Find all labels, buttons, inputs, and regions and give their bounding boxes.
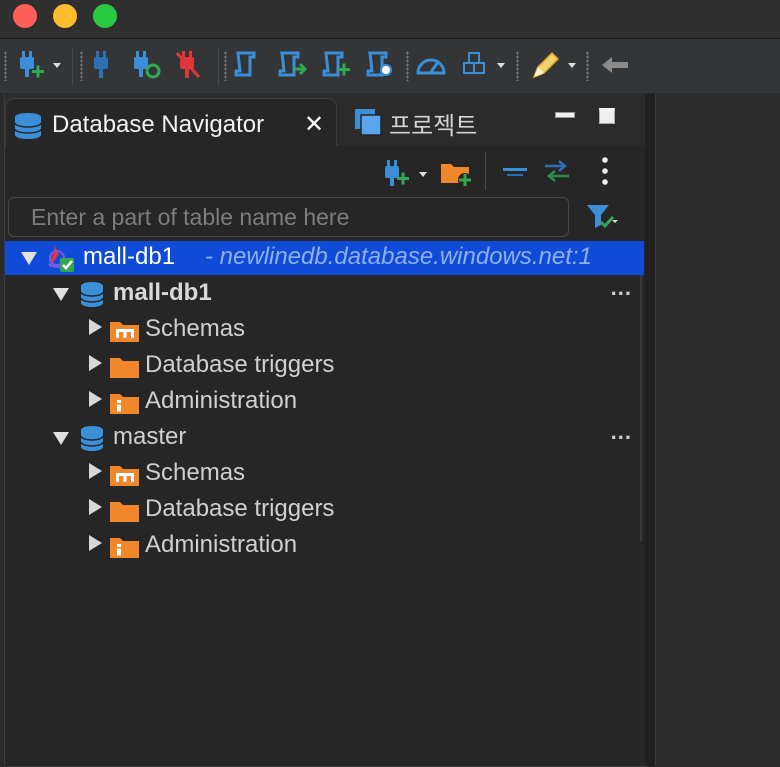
database-triggers-label: Database triggers	[145, 495, 335, 522]
tree-row-database[interactable]: master ...	[5, 419, 644, 458]
toolbar-separator	[485, 152, 486, 190]
database-triggers-label: Database triggers	[145, 351, 335, 378]
table-filter-field[interactable]	[8, 197, 569, 237]
database-navigator-panel: Database Navigator ✕ 프로젝트 Enter a part o…	[4, 94, 647, 767]
tab-projects-label: 프로젝트	[389, 113, 478, 140]
tree-row-database-triggers[interactable]: Database triggers	[5, 349, 644, 383]
tab-database-navigator-label: Database Navigator	[52, 111, 265, 138]
view-menu-icon[interactable]	[601, 156, 609, 191]
main-toolbar	[0, 39, 780, 93]
schemas-label: Schemas	[145, 315, 246, 342]
collapse-arrow-icon[interactable]	[21, 252, 37, 265]
zoom-window-button[interactable]	[93, 4, 117, 28]
folder-icon	[109, 498, 141, 529]
maximize-panel-button[interactable]	[599, 108, 615, 124]
toolbar-grip	[586, 51, 589, 81]
back-navigation-icon[interactable]	[598, 49, 632, 81]
new-connection-dropdown[interactable]	[419, 172, 427, 177]
administration-label: Administration	[145, 387, 298, 414]
more-actions-icon[interactable]: ...	[611, 419, 632, 445]
expand-arrow-icon[interactable]	[89, 355, 102, 371]
administration-folder-icon	[109, 534, 141, 565]
toolbar-grip	[4, 51, 7, 81]
folder-icon	[109, 354, 141, 385]
toolbar-grip	[516, 51, 519, 81]
tree-row-schemas[interactable]: Schemas	[5, 313, 644, 347]
connection-icon	[45, 244, 77, 279]
tree-row-administration[interactable]: Administration	[5, 385, 644, 419]
more-actions-icon[interactable]: ...	[611, 275, 632, 301]
administration-label: Administration	[145, 531, 298, 558]
schemas-label: Schemas	[145, 459, 246, 486]
link-with-editor-icon[interactable]	[541, 160, 573, 187]
database-navigator-icon	[12, 111, 44, 146]
connect-icon[interactable]	[90, 49, 114, 81]
tab-projects[interactable]: 프로젝트	[349, 98, 509, 142]
window-titlebar	[0, 0, 780, 39]
toolbar-grip	[224, 51, 227, 81]
new-connection-icon[interactable]	[381, 158, 413, 193]
toolbar-grip	[406, 51, 409, 81]
filter-config-icon[interactable]	[585, 202, 619, 237]
new-connection-icon[interactable]	[14, 49, 48, 81]
edit-tools-dropdown[interactable]	[568, 63, 576, 68]
toolbar-separator	[72, 47, 73, 85]
table-filter-input[interactable]	[9, 198, 568, 236]
tree-row-schemas[interactable]: Schemas	[5, 457, 644, 491]
collapse-all-icon[interactable]	[501, 166, 529, 184]
schemas-folder-icon	[109, 318, 141, 349]
expand-arrow-icon[interactable]	[89, 319, 102, 335]
expand-arrow-icon[interactable]	[89, 499, 102, 515]
database-name: mall-db1	[113, 279, 212, 306]
expand-arrow-icon[interactable]	[89, 463, 102, 479]
reconnect-icon[interactable]	[130, 49, 164, 81]
transaction-mode-dropdown[interactable]	[497, 63, 505, 68]
database-name: master	[113, 423, 187, 450]
tab-database-navigator[interactable]: Database Navigator ✕	[5, 98, 337, 146]
expand-arrow-icon[interactable]	[89, 391, 102, 407]
database-icon	[79, 425, 105, 458]
navigator-toolbar	[5, 146, 646, 196]
schemas-folder-icon	[109, 462, 141, 493]
tree-row-database[interactable]: mall-db1 ...	[5, 275, 644, 314]
projects-icon	[353, 107, 383, 142]
panel-tabstrip: Database Navigator ✕ 프로젝트	[5, 94, 646, 146]
tree-row-connection[interactable]: mall-db1 - newlinedb.database.windows.ne…	[5, 241, 644, 275]
open-sql-script-icon[interactable]	[276, 49, 310, 81]
tree-row-administration[interactable]: Administration	[5, 529, 644, 563]
disconnect-icon[interactable]	[174, 49, 204, 81]
panel-sash[interactable]	[645, 94, 655, 766]
new-connection-dropdown[interactable]	[53, 63, 61, 68]
collapse-arrow-icon[interactable]	[53, 432, 69, 445]
toolbar-grip	[80, 51, 83, 81]
tree-row-database-triggers[interactable]: Database triggers	[5, 493, 644, 527]
close-window-button[interactable]	[13, 4, 37, 28]
find-object-icon[interactable]	[364, 49, 398, 81]
minimize-window-button[interactable]	[53, 4, 77, 28]
toolbar-separator	[218, 47, 219, 85]
minimize-panel-button[interactable]	[555, 112, 575, 118]
administration-folder-icon	[109, 390, 141, 421]
sql-editor-icon[interactable]	[232, 49, 262, 81]
connection-host: - newlinedb.database.windows.net:1	[205, 243, 592, 270]
edit-tools-icon[interactable]	[528, 49, 562, 81]
expand-arrow-icon[interactable]	[89, 535, 102, 551]
connection-name: mall-db1	[83, 243, 176, 270]
editor-area	[655, 94, 780, 766]
dashboard-icon[interactable]	[414, 49, 448, 81]
new-folder-icon[interactable]	[439, 158, 475, 193]
close-icon[interactable]: ✕	[304, 113, 324, 137]
transaction-mode-icon[interactable]	[460, 49, 490, 81]
collapse-arrow-icon[interactable]	[53, 288, 69, 301]
database-icon	[79, 281, 105, 314]
new-sql-script-icon[interactable]	[320, 49, 354, 81]
